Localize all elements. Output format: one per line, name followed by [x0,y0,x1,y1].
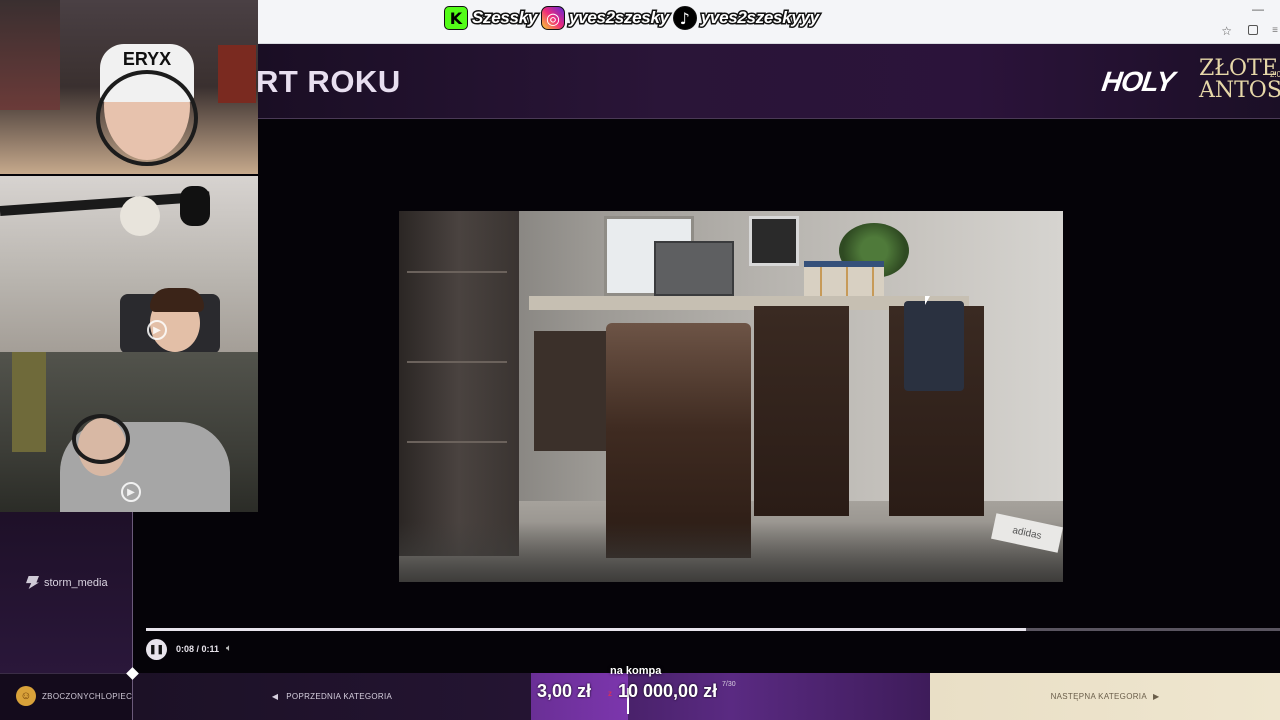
social-handle: yves2szesky [568,7,671,29]
more-menu-icon[interactable]: ≡ [1272,25,1278,36]
elgato-icon: ▶ [121,482,141,502]
avatar: ☺ [16,686,36,706]
mouse-cursor-icon [925,296,930,305]
beanie-text: ERYX [122,49,172,69]
headset-icon [72,414,130,464]
donation-amount: 3,00 zł [537,681,592,701]
webcam-1: ERYX [0,0,258,174]
video-time: 0:08 / 0:11 [176,644,220,654]
event-logo: ZŁOTE ANTOSI [1199,58,1280,102]
minimize-icon[interactable]: — [1252,2,1264,16]
video-scene-stool [754,306,849,516]
next-category-button[interactable]: NASTĘPNA KATEGORIA ▶ [930,673,1280,720]
stream-layout: — ☆ ≡ RT ROKU HOLY ZŁOTE ANTOSI 2.0 K Sz… [0,0,1280,720]
username: ZBOCZONYCHLOPIEC [42,691,133,701]
video-scene-cabinet [534,331,614,451]
video-progress-fill [146,628,1026,631]
social-handle: Szessky [470,7,538,29]
storm-label: storm_media [44,576,108,589]
donation-goal-title: na kompa [610,665,662,677]
elgato-icon: ▶ [147,320,167,340]
bookmark-star-icon[interactable]: ☆ [1221,24,1232,38]
webcam-column: ERYX ▶ ▶ [0,0,258,512]
tiktok-icon: ♪ [672,6,697,30]
holy-logo: HOLY [1099,66,1176,97]
video-scene-microwave [749,216,799,266]
social-handle: yves2szeskyyy [699,7,820,29]
event-logo-line2: ANTOSI [1199,78,1280,103]
video-scene-fridge [399,211,519,556]
prev-label: POPRZEDNIA KATEGORIA [286,692,393,701]
webcam-3: ▶ [0,352,258,512]
webcam-2: ▶ [0,176,258,352]
pause-button[interactable]: ❚❚ [146,639,167,660]
storm-icon [26,576,39,589]
arrow-left-icon: ◀ [271,692,279,701]
event-logo-line1: ZŁOTE [1199,56,1278,81]
social-tiktok: ♪ yves2szeskyyy [672,6,821,30]
social-handles: K Szessky ◎ yves2szesky ♪ yves2szeskyyy [444,5,821,31]
volume-icon[interactable]: 🔈︎ [226,643,232,654]
social-kick: K Szessky [444,6,539,30]
donation-goal-counter: 7/30 [722,681,736,688]
video-player[interactable]: adidas [399,211,1063,582]
donation-goal: 10 000,00 zł [618,681,718,701]
video-progress-bar[interactable] [146,628,1280,631]
lamp [120,196,160,236]
poster [218,45,256,103]
previous-category-button[interactable]: ◀ POPRZEDNIA KATEGORIA [133,673,531,720]
side-panel [0,512,133,673]
video-scene-jars [804,261,884,299]
next-label: NASTĘPNA KATEGORIA [1050,692,1147,701]
video-scene-laptop [654,241,734,296]
page-title: RT ROKU [256,64,401,99]
social-instagram: ◎ yves2szesky [541,6,671,30]
page-header: RT ROKU HOLY ZŁOTE ANTOSI 2.0 [256,44,1280,119]
kick-icon: K [444,6,468,30]
extensions-icon[interactable] [1248,25,1258,35]
donation-separator: z [608,689,612,698]
video-scene-shadow [399,522,1063,582]
user-badge[interactable]: ☺ ZBOCZONYCHLOPIEC [16,686,132,706]
headset-icon [96,70,198,166]
storm-media-logo: storm_media [26,576,108,589]
arrow-right-icon: ▶ [1152,692,1160,701]
instagram-icon: ◎ [541,6,566,30]
microphone-icon [180,186,210,226]
video-scene-jacket [904,301,964,391]
event-version: 2.0 [1270,70,1280,79]
